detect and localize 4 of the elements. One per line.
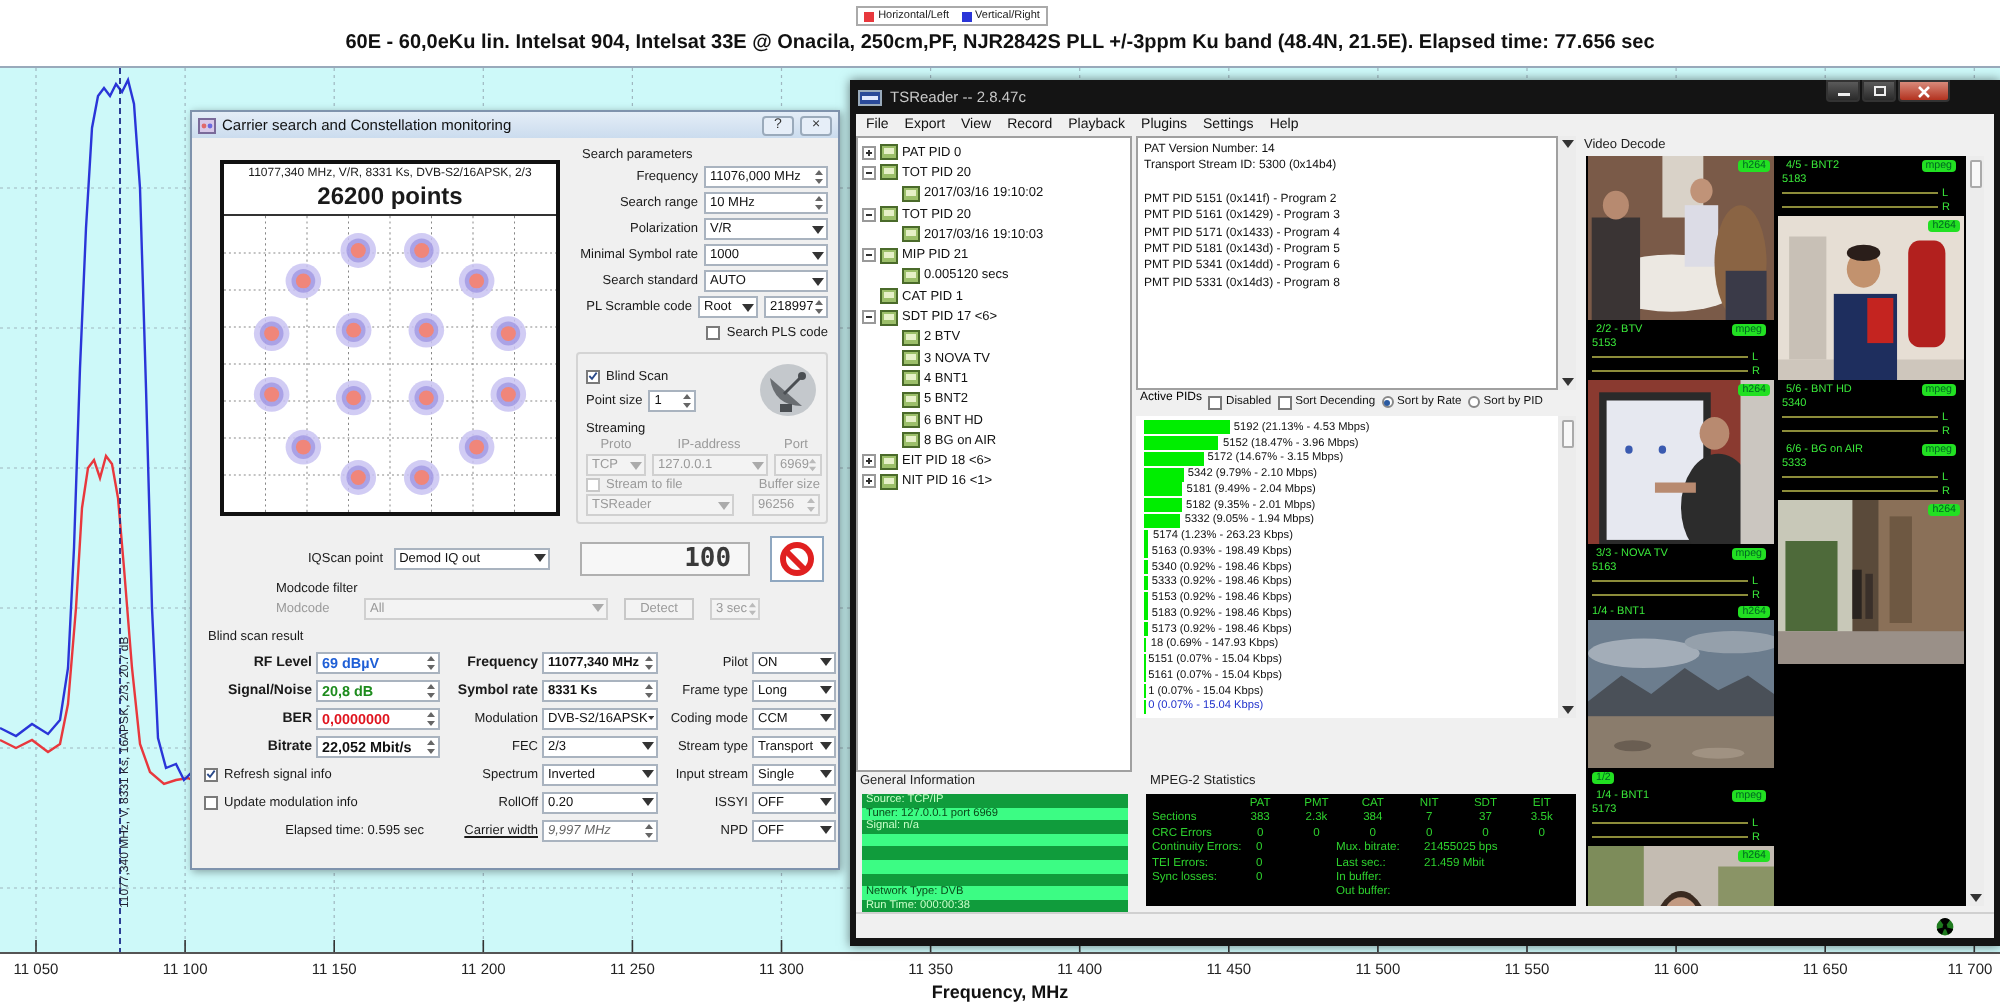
chart-title: 60E - 60,0eKu lin. Intelsat 904, Intelsat 33E @ Onacila, 250cm,PF, NJR2842S PLL +/-3ppm Ku band (48.4N, 21.5E). Elapsed time: 77.656 sec	[345, 32, 1655, 54]
points-count: 26200 points	[317, 182, 463, 210]
counter-display: 100	[579, 541, 750, 575]
axis-title: Frequency, MHz	[931, 982, 1069, 1002]
